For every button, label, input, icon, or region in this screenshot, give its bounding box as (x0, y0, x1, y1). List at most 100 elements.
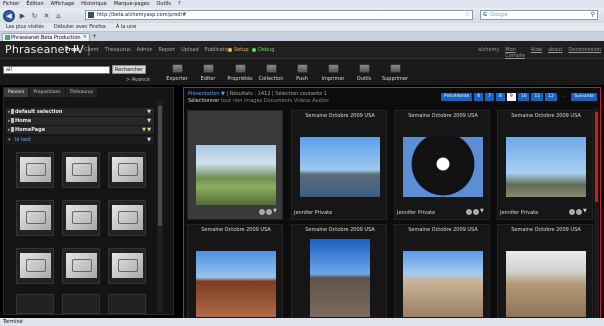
bookmark-most-visited[interactable]: Les plus visités (6, 24, 44, 30)
tab-thesaurus[interactable]: Thésaurus (65, 88, 98, 97)
my-account-link[interactable]: Mon Compte (505, 47, 525, 59)
result-card[interactable]: Semaine Octobre 2009 USA Jennifer Privat… (394, 110, 490, 220)
setup-link[interactable]: Setup (228, 47, 249, 53)
nav-report[interactable]: Report (159, 47, 176, 53)
properties-button[interactable]: Propriétés (224, 64, 256, 82)
basket-add-icon[interactable] (266, 209, 272, 215)
nav-client[interactable]: Client (84, 47, 98, 53)
basket-thumbnail[interactable] (16, 294, 54, 314)
select-none[interactable]: rien (233, 98, 243, 104)
url-input[interactable]: http://beta.alchemyasp.com/prod/# ☆ (85, 10, 473, 20)
back-button[interactable]: ◀ (3, 9, 15, 22)
result-card[interactable]: Semaine Octobre 2009 USA (394, 224, 490, 319)
debug-link[interactable]: Debug (252, 47, 274, 53)
push-button[interactable]: Push (286, 64, 318, 82)
left-scrollbar[interactable] (157, 100, 163, 313)
select-images[interactable]: images (244, 98, 262, 104)
bookmark-headlines[interactable]: À la une (116, 24, 136, 30)
delete-button[interactable]: Supprimer (379, 64, 411, 82)
select-documents[interactable]: Documents (264, 98, 293, 104)
basket-thumbnail[interactable] (16, 152, 54, 188)
page-8[interactable]: 8 (495, 93, 505, 101)
basket-add-icon[interactable] (473, 209, 479, 215)
search-icon[interactable]: ⚲ (591, 11, 595, 18)
collapse-arrow-icon[interactable]: ▾ (8, 136, 11, 144)
next-page-button[interactable]: Suivante (571, 93, 597, 101)
page-12[interactable]: 12 (545, 93, 557, 101)
result-card[interactable]: Semaine Octobre 2009 USA (187, 224, 283, 319)
result-card[interactable]: ▼ (187, 110, 283, 220)
menu-arrow-icon[interactable]: ▼ (147, 117, 151, 125)
tab-paniers[interactable]: Paniers (4, 88, 29, 97)
menu-affichage[interactable]: Affichage (51, 1, 75, 7)
select-audios[interactable]: Audios (312, 98, 329, 104)
logout-link[interactable]: Deconnexion (568, 47, 601, 59)
result-card[interactable]: Semaine Octobre 2009 USA Jennifer Privat… (291, 110, 387, 220)
reload-button[interactable]: ↻ (30, 10, 39, 22)
tab-propositions[interactable]: Propositions (29, 88, 65, 97)
page-10[interactable]: 10 (517, 93, 530, 101)
menu-historique[interactable]: Historique (81, 1, 107, 7)
page-7[interactable]: 7 (485, 93, 494, 101)
info-icon[interactable] (259, 209, 265, 215)
basket-le-test[interactable]: ▾ le test ▼ (6, 136, 154, 144)
basket-add-icon[interactable] (576, 209, 582, 215)
basket-thumbnail[interactable] (16, 200, 54, 236)
bookmark-getting-started[interactable]: Débuter avec Firefox (54, 24, 106, 30)
menu-arrow-icon[interactable]: ▼ (480, 209, 486, 215)
advanced-search-link[interactable]: > Avancé (126, 77, 150, 83)
basket-homepage[interactable]: ▸ HomePage ▼ ▼ (6, 126, 154, 134)
page-11[interactable]: 11 (531, 93, 544, 101)
menu-fichier[interactable]: Fichier (3, 1, 19, 7)
export-button[interactable]: Exporter (161, 64, 193, 82)
basket-thumbnail[interactable] (108, 152, 146, 188)
nav-prod[interactable]: Prod (65, 47, 78, 53)
page-9-current[interactable]: 9 (506, 93, 516, 101)
info-icon[interactable] (466, 209, 472, 215)
menu-outils[interactable]: Outils (156, 1, 170, 7)
presentation-dropdown[interactable]: Présentation ▼ (188, 91, 225, 97)
basket-thumbnail[interactable] (62, 248, 100, 284)
menu-edition[interactable]: Édition (26, 1, 43, 7)
basket-thumbnail[interactable] (16, 248, 54, 284)
menu-arrow-icon[interactable]: ▼ (583, 209, 589, 215)
result-card[interactable]: Semaine Octobre 2009 USA (291, 224, 387, 319)
menu-marque-pages[interactable]: Marque-pages (114, 1, 150, 7)
query-input[interactable]: all (3, 66, 110, 74)
menu-arrow-icon[interactable]: ▼ (147, 136, 151, 144)
basket-thumbnail[interactable] (108, 294, 146, 314)
select-videos[interactable]: Videos (294, 98, 311, 104)
nav-upload[interactable]: Upload (181, 47, 199, 53)
basket-thumbnail[interactable] (62, 152, 100, 188)
bookmark-star-icon[interactable]: ☆ (465, 11, 470, 18)
page-6[interactable]: 6 (474, 93, 484, 101)
nav-thesaurus[interactable]: Thesaurus (105, 47, 131, 53)
select-all[interactable]: tout (221, 98, 231, 104)
menu-arrow-icon[interactable]: ▼ (147, 126, 151, 134)
browser-tab-active[interactable]: Phraseanet Beta Production × (2, 33, 90, 41)
menu-arrow-icon[interactable]: ▼ (147, 108, 151, 116)
basket-default-selection[interactable]: ▸ default selection ▼ (6, 108, 154, 116)
basket-thumbnail[interactable] (62, 200, 100, 236)
browser-search-input[interactable]: G Google ⚲ (480, 10, 598, 20)
menu-arrow-icon[interactable]: ▼ (273, 209, 279, 215)
search-button[interactable]: Rechercher (112, 65, 146, 74)
basket-thumbnail[interactable] (62, 294, 100, 314)
basket-thumbnail[interactable] (108, 248, 146, 284)
menu-help[interactable]: ? (178, 1, 181, 7)
new-tab-icon[interactable]: + (92, 33, 97, 40)
result-card[interactable]: Semaine Octobre 2009 USA Jennifer Privat… (497, 110, 593, 220)
prev-page-button[interactable]: Précédente (440, 93, 473, 101)
home-button[interactable]: ⌂ (54, 10, 63, 22)
tools-button[interactable]: Outils (348, 64, 380, 82)
edit-button[interactable]: Editer (192, 64, 224, 82)
collection-button[interactable]: Collection (255, 64, 287, 82)
tab-close-icon[interactable]: × (83, 34, 87, 40)
scroll-thumb[interactable] (158, 106, 162, 226)
help-link[interactable]: Aide (531, 47, 542, 59)
info-icon[interactable] (569, 209, 575, 215)
print-button[interactable]: Imprimer (317, 64, 349, 82)
nav-admin[interactable]: Admin (137, 47, 153, 53)
about-link[interactable]: about (548, 47, 562, 59)
stop-button[interactable]: ✕ (42, 10, 51, 22)
